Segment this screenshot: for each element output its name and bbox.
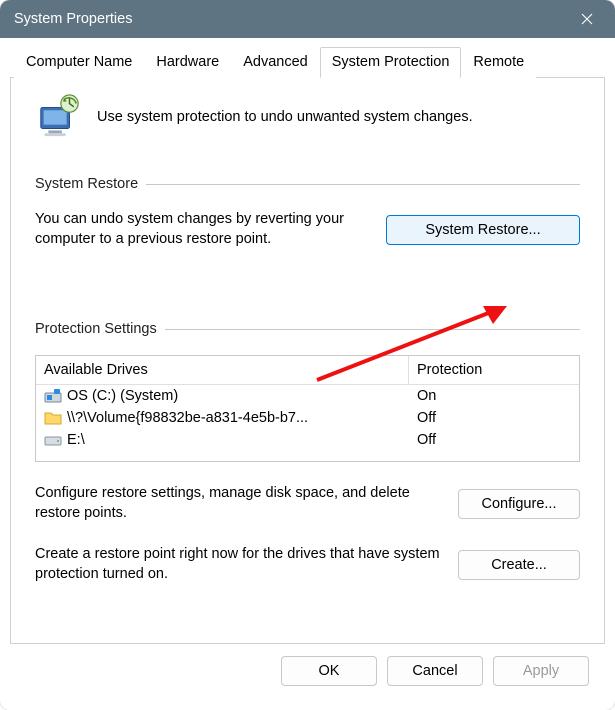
intro-text: Use system protection to undo unwanted s…: [97, 109, 473, 125]
create-text: Create a restore point right now for the…: [35, 545, 444, 584]
close-icon: [581, 13, 593, 25]
create-row: Create a restore point right now for the…: [35, 545, 580, 584]
drive-name: OS (C:) (System): [67, 388, 178, 404]
group-protection-settings: Protection Settings Available Drives Pro…: [35, 321, 580, 590]
create-button[interactable]: Create...: [458, 550, 580, 580]
tab-strip: Computer Name Hardware Advanced System P…: [10, 46, 605, 78]
divider: [165, 329, 580, 330]
drive-row[interactable]: E:\ Off: [36, 429, 579, 451]
configure-row: Configure restore settings, manage disk …: [35, 484, 580, 523]
system-restore-row: You can undo system changes by reverting…: [35, 210, 580, 249]
cancel-button[interactable]: Cancel: [387, 656, 483, 686]
divider: [146, 184, 580, 185]
drive-protection: On: [409, 387, 579, 405]
tab-advanced[interactable]: Advanced: [231, 47, 320, 78]
close-button[interactable]: [563, 0, 611, 38]
system-restore-text: You can undo system changes by reverting…: [35, 210, 370, 249]
dialog-footer: OK Cancel Apply: [10, 644, 605, 700]
drive-protection: Off: [409, 409, 579, 427]
window-title: System Properties: [14, 11, 563, 27]
folder-icon: [44, 410, 62, 426]
drive-row[interactable]: OS (C:) (System) On: [36, 385, 579, 407]
apply-button[interactable]: Apply: [493, 656, 589, 686]
drive-row[interactable]: \\?\Volume{f98832be-a831-4e5b-b7... Off: [36, 407, 579, 429]
drives-listbox[interactable]: Available Drives Protection OS (C:) (Sys…: [35, 355, 580, 462]
tab-remote[interactable]: Remote: [461, 47, 536, 78]
titlebar[interactable]: System Properties: [0, 0, 615, 38]
group-title-protection: Protection Settings: [35, 321, 157, 337]
group-title-restore: System Restore: [35, 176, 138, 192]
spacer: [35, 281, 580, 321]
drives-header: Available Drives Protection: [36, 356, 579, 385]
system-protection-icon: [35, 94, 81, 140]
tab-computer-name[interactable]: Computer Name: [14, 47, 144, 78]
configure-text: Configure restore settings, manage disk …: [35, 484, 444, 523]
col-header-protection[interactable]: Protection: [409, 356, 579, 384]
content-area: Computer Name Hardware Advanced System P…: [0, 38, 615, 710]
group-header-protection: Protection Settings: [35, 321, 580, 337]
group-header-restore: System Restore: [35, 176, 580, 192]
tab-hardware[interactable]: Hardware: [144, 47, 231, 78]
system-properties-window: System Properties Computer Name Hardware…: [0, 0, 615, 710]
os-drive-icon: [44, 388, 62, 404]
col-header-drives[interactable]: Available Drives: [36, 356, 409, 384]
drive-name: E:\: [67, 432, 85, 448]
configure-button[interactable]: Configure...: [458, 489, 580, 519]
intro-row: Use system protection to undo unwanted s…: [35, 94, 580, 140]
drive-icon: [44, 432, 62, 448]
tab-system-protection[interactable]: System Protection: [320, 47, 462, 78]
group-system-restore: System Restore You can undo system chang…: [35, 176, 580, 257]
ok-button[interactable]: OK: [281, 656, 377, 686]
drive-name: \\?\Volume{f98832be-a831-4e5b-b7...: [67, 410, 308, 426]
drive-protection: Off: [409, 431, 579, 449]
tab-panel: Use system protection to undo unwanted s…: [10, 78, 605, 644]
system-restore-button[interactable]: System Restore...: [386, 215, 580, 245]
